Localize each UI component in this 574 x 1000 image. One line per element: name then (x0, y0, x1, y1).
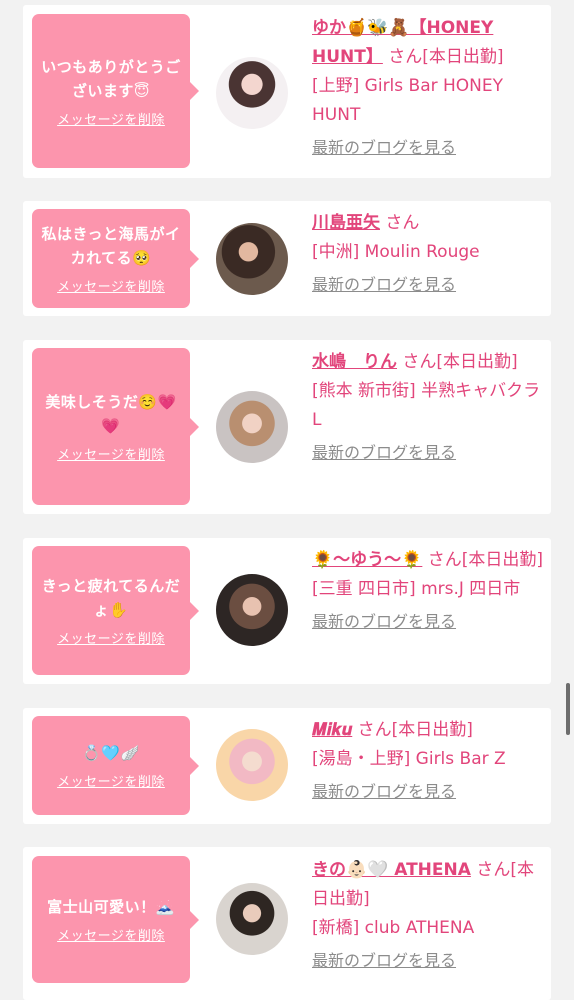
message-text: きっと疲れてるんだょ✋ (41, 577, 181, 619)
message-bubble: 富士山可愛い！🗻 メッセージを削除 (32, 856, 199, 983)
message-card: 私はきっと海馬がイカれてる🥺 メッセージを削除 川島亜矢 さん [中洲] Mou… (23, 201, 551, 316)
message-text: 富士山可愛い！🗻 (47, 898, 175, 916)
latest-blog-link[interactable]: 最新のブログを見る (312, 270, 544, 299)
latest-blog-link[interactable]: 最新のブログを見る (312, 777, 544, 806)
message-text: 💍🩵🪽 (82, 744, 140, 762)
girl-info: 𝑴𝒊𝒌𝒖 さん[本日出勤] [湯島・上野] Girls Bar Z 最新のブログ… (312, 716, 544, 806)
message-card: 💍🩵🪽 メッセージを削除 𝑴𝒊𝒌𝒖 さん[本日出勤] [湯島・上野] Girls… (23, 708, 551, 824)
shop-info: [新橋] club ATHENA (312, 918, 475, 938)
message-bubble: いつもありがとうございます😇 メッセージを削除 (32, 14, 199, 168)
avatar[interactable] (216, 729, 288, 801)
girl-info: 川島亜矢 さん [中洲] Moulin Rouge 最新のブログを見る (312, 209, 544, 299)
latest-blog-link[interactable]: 最新のブログを見る (312, 607, 544, 636)
work-status: [本日出勤] (422, 47, 504, 67)
work-status: [本日出勤] (461, 550, 544, 570)
san-suffix: さん (476, 860, 511, 880)
message-card: 富士山可愛い！🗻 メッセージを削除 きの👶🏻🤍 ATHENA さん[本日出勤] … (23, 847, 551, 1000)
work-status: [本日出勤] (391, 720, 473, 740)
delete-message-link[interactable]: メッセージを削除 (57, 444, 165, 463)
girl-info: 水嶋 りん さん[本日出勤] [熊本 新市街] 半熟キャバクラ L 最新のブログ… (312, 348, 544, 467)
shop-info: [三重 四日市] mrs.J 四日市 (312, 579, 521, 599)
san-suffix: さん (388, 47, 423, 67)
san-suffix: さん (357, 720, 392, 740)
girl-name-link[interactable]: 🌻〜ゆう〜🌻 (312, 550, 422, 570)
message-bubble: きっと疲れてるんだょ✋ メッセージを削除 (32, 546, 199, 675)
message-card: 美味しそうだ☺️💗💗 メッセージを削除 水嶋 りん さん[本日出勤] [熊本 新… (23, 340, 551, 514)
girl-info: きの👶🏻🤍 ATHENA さん[本日出勤] [新橋] club ATHENA 最… (312, 856, 544, 975)
shop-info: [湯島・上野] Girls Bar Z (312, 749, 506, 769)
latest-blog-link[interactable]: 最新のブログを見る (312, 438, 544, 467)
avatar[interactable] (216, 574, 288, 646)
shop-info: [中洲] Moulin Rouge (312, 242, 480, 262)
san-suffix: さん (402, 352, 437, 372)
girl-name-link[interactable]: きの👶🏻🤍 ATHENA (312, 860, 471, 880)
shop-info: [熊本 新市街] 半熟キャバクラ L (312, 381, 541, 430)
delete-message-link[interactable]: メッセージを削除 (57, 925, 165, 944)
delete-message-link[interactable]: メッセージを削除 (57, 628, 165, 647)
work-status: [本日出勤] (436, 352, 518, 372)
message-bubble: 美味しそうだ☺️💗💗 メッセージを削除 (32, 348, 199, 505)
avatar[interactable] (216, 883, 288, 955)
message-text: 私はきっと海馬がイカれてる🥺 (41, 225, 181, 267)
san-suffix: さん (427, 550, 462, 570)
avatar[interactable] (216, 223, 288, 295)
girl-info: ゆか🍯🐝🧸【HONEY HUNT】 さん[本日出勤] [上野] Girls Ba… (312, 14, 544, 162)
message-bubble: 私はきっと海馬がイカれてる🥺 メッセージを削除 (32, 209, 199, 308)
message-bubble: 💍🩵🪽 メッセージを削除 (32, 716, 199, 815)
message-card: きっと疲れてるんだょ✋ メッセージを削除 🌻〜ゆう〜🌻 さん[本日出勤] [三重… (23, 538, 551, 684)
girl-name-link[interactable]: 𝑴𝒊𝒌𝒖 (312, 720, 352, 740)
avatar[interactable] (216, 57, 288, 129)
scrollbar[interactable] (566, 683, 570, 735)
delete-message-link[interactable]: メッセージを削除 (57, 771, 165, 790)
san-suffix: さん (385, 213, 420, 233)
message-text: 美味しそうだ☺️💗💗 (45, 393, 177, 435)
latest-blog-link[interactable]: 最新のブログを見る (312, 133, 544, 162)
girl-name-link[interactable]: 水嶋 りん (312, 352, 397, 372)
latest-blog-link[interactable]: 最新のブログを見る (312, 946, 544, 975)
girl-info: 🌻〜ゆう〜🌻 さん[本日出勤] [三重 四日市] mrs.J 四日市 最新のブロ… (312, 546, 544, 636)
message-card: いつもありがとうございます😇 メッセージを削除 ゆか🍯🐝🧸【HONEY HUNT… (23, 5, 551, 178)
delete-message-link[interactable]: メッセージを削除 (57, 109, 165, 128)
girl-name-link[interactable]: 川島亜矢 (312, 213, 380, 233)
delete-message-link[interactable]: メッセージを削除 (57, 276, 165, 295)
avatar[interactable] (216, 391, 288, 463)
shop-info: [上野] Girls Bar HONEY HUNT (312, 76, 504, 125)
message-text: いつもありがとうございます😇 (41, 57, 181, 100)
